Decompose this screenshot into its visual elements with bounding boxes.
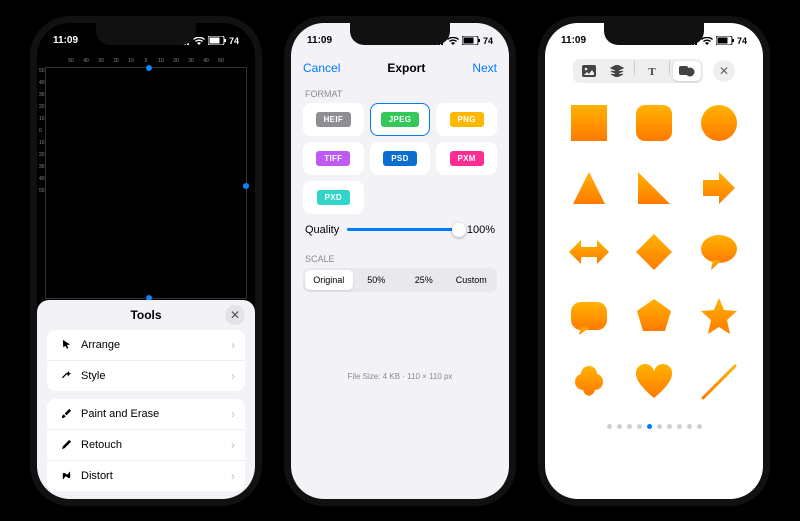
- tool-segment: T: [573, 59, 703, 83]
- wand-icon: [57, 370, 75, 381]
- brush-icon: [57, 408, 75, 419]
- scale-header: SCALE: [305, 254, 495, 264]
- page-title: Export: [387, 61, 425, 75]
- format-heif[interactable]: HEIF: [303, 103, 364, 136]
- page-dot[interactable]: [667, 424, 672, 429]
- pencil-icon: [57, 439, 75, 450]
- status-time: 11:09: [561, 35, 586, 46]
- ruler-horizontal: 504030201001020304050: [37, 55, 255, 67]
- format-png[interactable]: PNG: [436, 103, 497, 136]
- shape-line[interactable]: [692, 355, 745, 408]
- format-pxm[interactable]: PXM: [436, 142, 497, 175]
- scale-50%[interactable]: 50%: [353, 270, 401, 290]
- format-jpeg[interactable]: JPEG: [370, 103, 431, 136]
- distort-icon: [57, 470, 75, 481]
- status-time: 11:09: [53, 35, 78, 46]
- sheet-title: Tools: [130, 308, 161, 322]
- tab-shape[interactable]: [673, 61, 701, 81]
- chevron-right-icon: ›: [231, 338, 235, 352]
- shape-triangle[interactable]: [563, 161, 616, 214]
- close-button[interactable]: ✕: [225, 305, 245, 325]
- shape-arrow-r[interactable]: [692, 161, 745, 214]
- shape-arrow-lr[interactable]: [563, 226, 616, 279]
- tab-text[interactable]: T: [638, 61, 666, 81]
- chevron-right-icon: ›: [231, 407, 235, 421]
- tab-layers[interactable]: [603, 61, 631, 81]
- quality-label: Quality: [305, 224, 339, 236]
- format-psd[interactable]: PSD: [370, 142, 431, 175]
- shape-square[interactable]: [563, 97, 616, 150]
- shape-rounded[interactable]: [628, 97, 681, 150]
- cursor-icon: [57, 339, 75, 350]
- tools-sheet: Tools ✕ Arrange›Style› Paint and Erase›Re…: [37, 300, 255, 499]
- format-header: FORMAT: [305, 89, 495, 99]
- tool-row-retouch[interactable]: Retouch›: [47, 430, 245, 461]
- page-dot[interactable]: [607, 424, 612, 429]
- shape-star[interactable]: [692, 291, 745, 344]
- shape-rounded2[interactable]: [563, 291, 616, 344]
- chevron-right-icon: ›: [231, 438, 235, 452]
- page-dot[interactable]: [647, 424, 652, 429]
- shape-speech[interactable]: [692, 226, 745, 279]
- chevron-right-icon: ›: [231, 469, 235, 483]
- page-dot[interactable]: [637, 424, 642, 429]
- page-dot[interactable]: [627, 424, 632, 429]
- quality-slider[interactable]: [347, 228, 459, 231]
- nav-bar: Cancel Export Next: [291, 55, 509, 81]
- shape-poly[interactable]: [628, 291, 681, 344]
- page-dot[interactable]: [617, 424, 622, 429]
- ruler-vertical: 504030201001020304050: [39, 68, 45, 194]
- cancel-button[interactable]: Cancel: [303, 61, 340, 75]
- format-grid: HEIFJPEGPNG TIFFPSDPXM PXD: [291, 103, 509, 214]
- page-dot[interactable]: [687, 424, 692, 429]
- tool-row-distort[interactable]: Distort›: [47, 461, 245, 491]
- tool-row-arrange[interactable]: Arrange›: [47, 330, 245, 361]
- file-info: File Size: 4 KB · 110 × 110 px: [291, 372, 509, 381]
- scale-original[interactable]: Original: [305, 270, 353, 290]
- page-dot[interactable]: [657, 424, 662, 429]
- tool-row-paint-and-erase[interactable]: Paint and Erase›: [47, 399, 245, 430]
- tools-list: Arrange›Style› Paint and Erase›Retouch›Di…: [47, 330, 245, 491]
- shapes-grid: [545, 87, 763, 418]
- shape-circle[interactable]: [692, 97, 745, 150]
- scale-25%[interactable]: 25%: [400, 270, 448, 290]
- quality-value: 100%: [467, 224, 495, 236]
- quality-row: Quality 100%: [291, 214, 509, 246]
- shape-diamond[interactable]: [628, 226, 681, 279]
- svg-text:T: T: [648, 66, 656, 77]
- chevron-right-icon: ›: [231, 369, 235, 383]
- scale-custom[interactable]: Custom: [448, 270, 496, 290]
- shape-heart[interactable]: [628, 355, 681, 408]
- toolbar: T ✕: [545, 55, 763, 87]
- tool-row-style[interactable]: Style›: [47, 361, 245, 391]
- page-dot[interactable]: [677, 424, 682, 429]
- shape-rtriangle[interactable]: [628, 161, 681, 214]
- tab-image[interactable]: [575, 61, 603, 81]
- format-tiff[interactable]: TIFF: [303, 142, 364, 175]
- next-button[interactable]: Next: [472, 61, 497, 75]
- canvas[interactable]: [45, 67, 247, 299]
- shape-cloud[interactable]: [563, 355, 616, 408]
- status-time: 11:09: [307, 35, 332, 46]
- page-dots: [545, 418, 763, 435]
- close-button[interactable]: ✕: [713, 60, 735, 82]
- page-dot[interactable]: [697, 424, 702, 429]
- format-pxd[interactable]: PXD: [303, 181, 364, 214]
- scale-segment: Original50%25%Custom: [303, 268, 497, 292]
